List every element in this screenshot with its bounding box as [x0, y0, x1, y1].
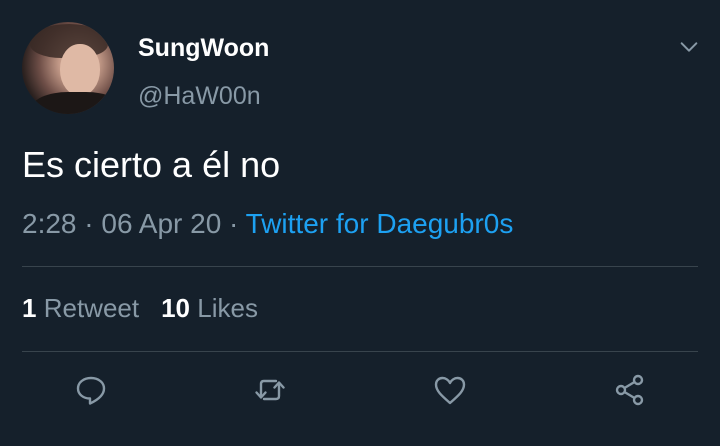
- tweet-text: Es cierto a él no: [22, 144, 281, 185]
- tweet-time: 2:28: [22, 208, 77, 239]
- retweets-stat[interactable]: 1 Retweet: [22, 293, 139, 323]
- chevron-down-icon[interactable]: [678, 36, 700, 58]
- likes-label: Likes: [197, 293, 258, 323]
- tweet-date: 06 Apr 20: [101, 208, 222, 239]
- tweet-stats: 1 Retweet 10 Likes: [22, 293, 258, 324]
- retweets-label: Retweet: [43, 293, 140, 323]
- reply-button[interactable]: [73, 372, 109, 408]
- retweet-icon: [255, 379, 285, 401]
- avatar-shoulder: [32, 92, 114, 114]
- divider: [22, 266, 698, 267]
- divider: [22, 351, 698, 352]
- share-icon: [615, 374, 644, 406]
- author-handle[interactable]: @HaW00n: [138, 82, 261, 111]
- avatar[interactable]: [22, 22, 114, 114]
- like-button[interactable]: [432, 372, 468, 408]
- likes-stat[interactable]: 10 Likes: [161, 293, 258, 323]
- retweet-button[interactable]: [252, 372, 288, 408]
- tweet-source-link[interactable]: Twitter for Daegubr0s: [246, 208, 514, 239]
- likes-count: 10: [161, 293, 191, 323]
- heart-icon: [434, 376, 466, 405]
- author-name[interactable]: SungWoon: [138, 34, 269, 63]
- avatar-face: [60, 44, 100, 96]
- meta-separator: ·: [84, 208, 94, 239]
- retweets-count: 1: [22, 293, 37, 323]
- tweet-meta: 2:28 · 06 Apr 20 · Twitter for Daegubr0s: [22, 208, 513, 240]
- share-button[interactable]: [612, 372, 648, 408]
- reply-icon: [76, 376, 106, 405]
- meta-separator: ·: [229, 208, 239, 239]
